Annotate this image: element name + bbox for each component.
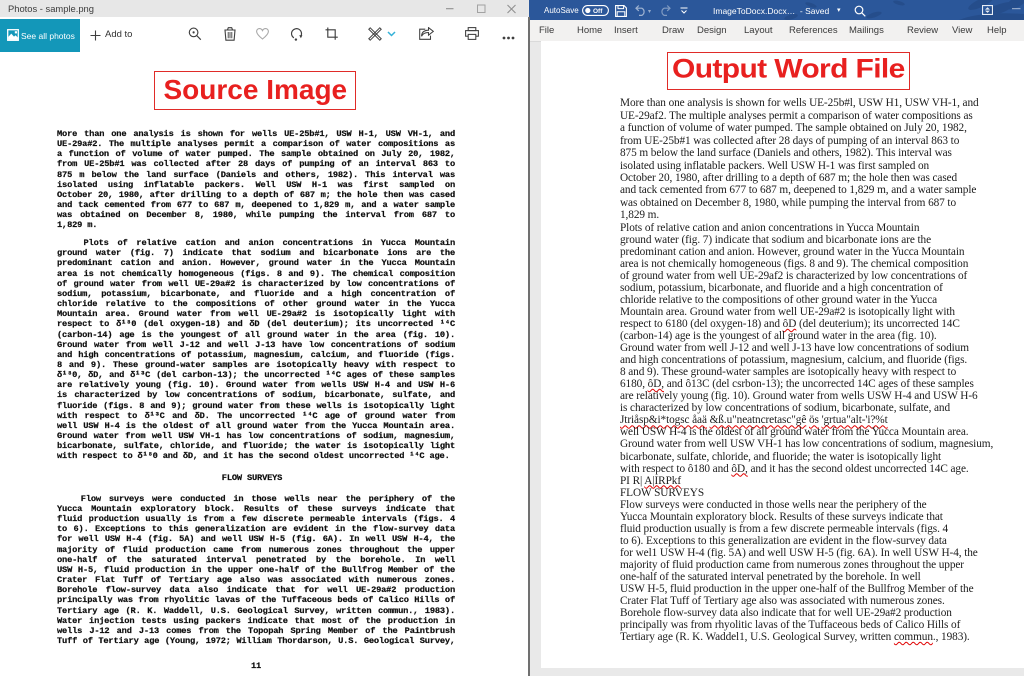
svg-text:Off: Off (593, 8, 603, 15)
